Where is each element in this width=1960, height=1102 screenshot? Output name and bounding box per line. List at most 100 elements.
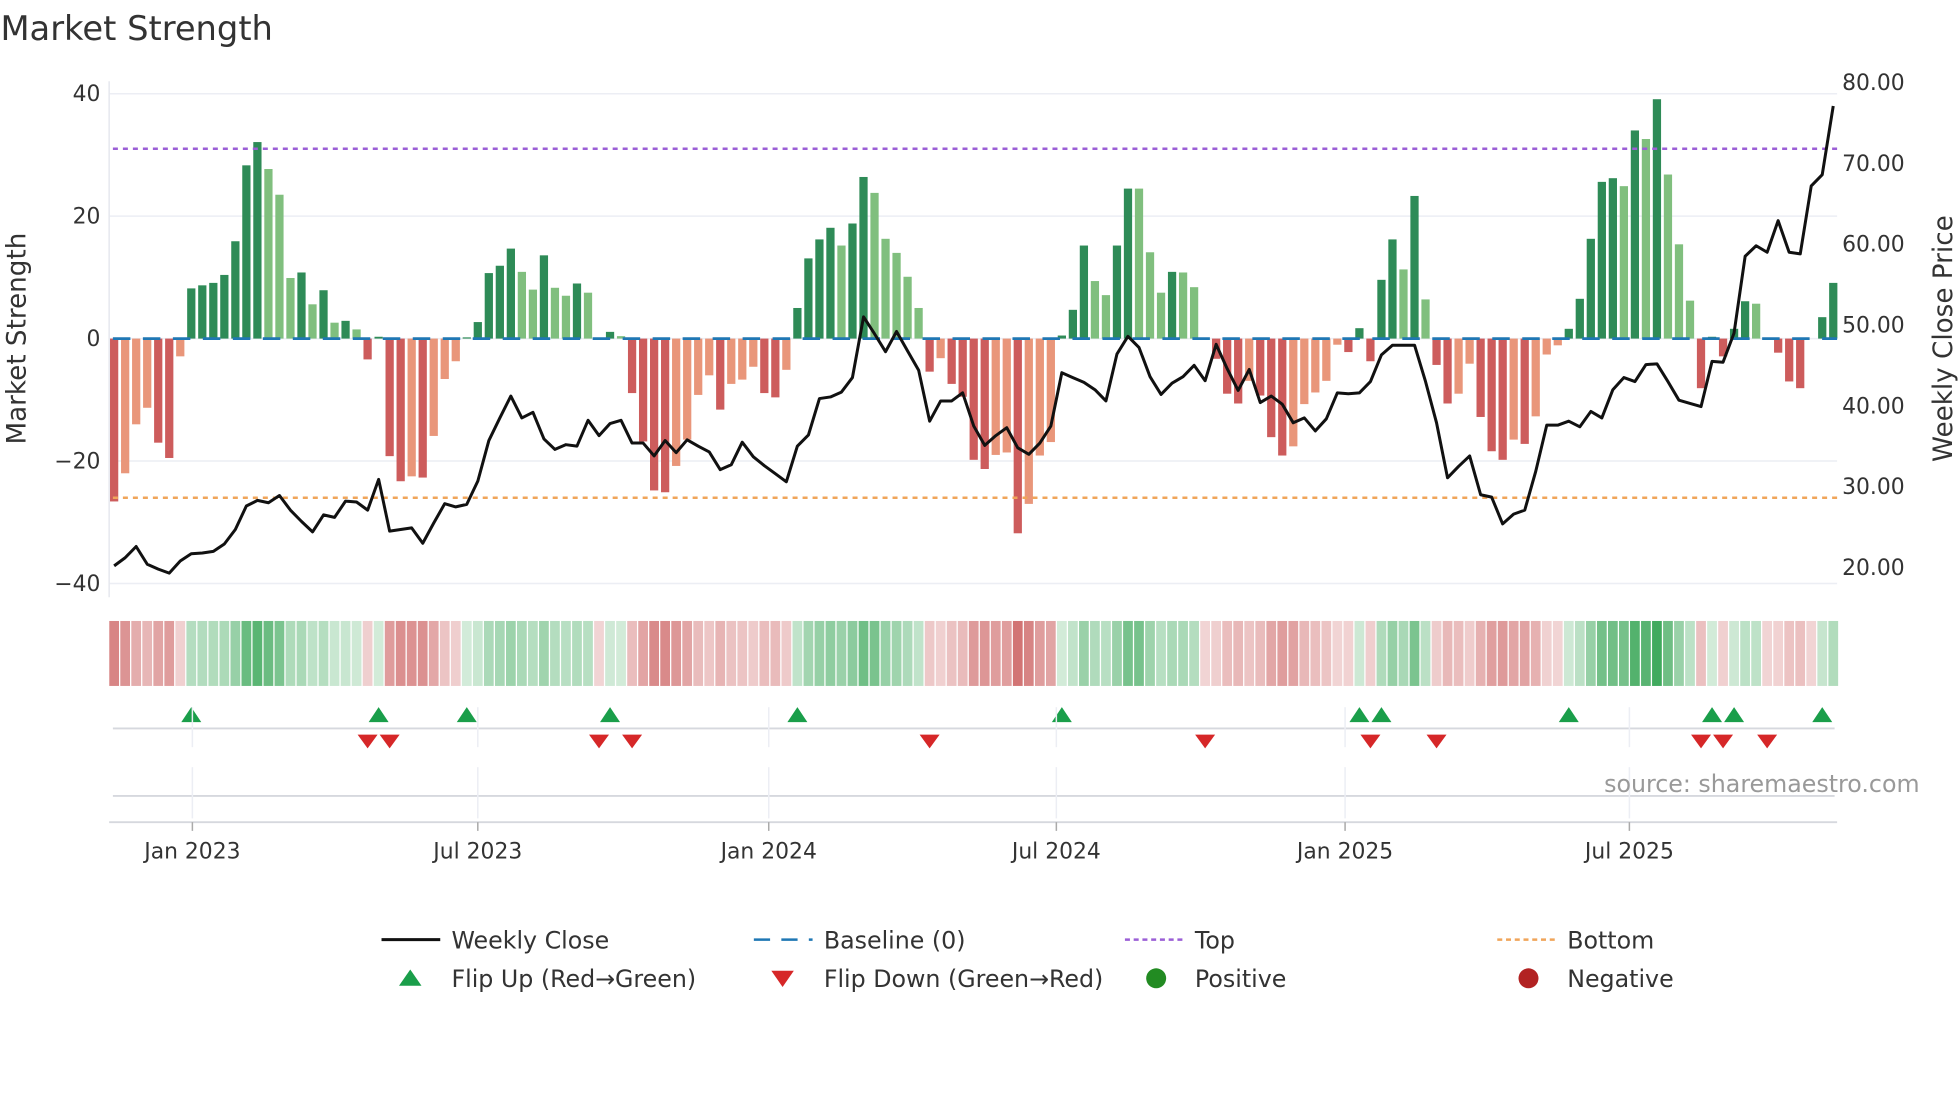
heat-cell — [1079, 620, 1089, 686]
heat-cell — [979, 620, 990, 686]
heat-cell — [1663, 620, 1673, 686]
strength-bar — [870, 192, 879, 339]
x-tick-label: Jan 2023 — [142, 839, 240, 864]
heat-cell — [649, 620, 659, 686]
strength-bar — [363, 338, 372, 360]
heat-cell — [417, 620, 428, 686]
heat-cell — [1519, 620, 1530, 686]
strength-bar — [176, 338, 185, 357]
heat-cell — [990, 620, 1001, 686]
heat-cell — [373, 620, 384, 686]
strength-bar — [1597, 181, 1606, 339]
heat-cell — [1288, 620, 1299, 686]
heat-cell — [120, 620, 131, 686]
heat-cell — [1012, 620, 1023, 686]
strength-bar — [1311, 338, 1320, 393]
heat-cell — [693, 620, 704, 686]
strength-bar — [1344, 338, 1353, 353]
heat-cell — [1034, 620, 1045, 686]
strength-bar — [583, 292, 593, 339]
strength-bar — [1542, 338, 1551, 355]
flip-up-icon — [456, 707, 477, 723]
heat-cell — [1387, 620, 1398, 686]
flip-up-icon — [600, 707, 621, 723]
strength-bar — [495, 265, 504, 339]
heat-cell — [616, 620, 626, 686]
heat-cell — [594, 620, 604, 686]
strength-bar — [1829, 282, 1838, 339]
strength-bar — [429, 338, 438, 436]
heat-cell — [847, 620, 858, 686]
strength-bar — [1256, 338, 1265, 396]
heat-cell — [109, 620, 120, 686]
heat-cell — [1068, 620, 1078, 686]
heat-cell — [572, 620, 582, 686]
strength-bar — [672, 338, 681, 466]
legend-label: Weekly Close — [451, 926, 609, 954]
strength-bar — [793, 307, 802, 339]
heat-cell — [1762, 620, 1773, 686]
strength-bar — [1079, 245, 1089, 339]
heat-cell — [1431, 620, 1442, 686]
heat-cell — [1707, 620, 1717, 686]
strength-bar — [1498, 338, 1507, 460]
heat-cell — [1530, 620, 1541, 686]
strength-bar — [1443, 338, 1452, 404]
heat-cell — [1244, 620, 1255, 686]
source-label: source: sharemaestro.com — [1604, 770, 1919, 798]
heat-cell — [1354, 620, 1365, 686]
flip-down-icon — [379, 734, 400, 749]
heat-cell — [208, 620, 219, 686]
strength-bar — [1322, 338, 1331, 381]
strength-bar — [1134, 188, 1144, 339]
strength-bar — [1465, 338, 1474, 364]
heat-cell — [1299, 620, 1310, 686]
heat-cell — [759, 620, 770, 686]
heat-cell — [671, 620, 682, 686]
heat-cell — [1233, 620, 1244, 686]
strength-bar — [738, 338, 747, 380]
strength-bar — [826, 227, 835, 339]
legend-label: Positive — [1195, 965, 1286, 993]
heat-cell — [428, 620, 439, 686]
strength-bar — [694, 338, 703, 395]
strength-bar — [418, 338, 427, 478]
flip-up-icon — [1724, 707, 1745, 723]
y2-tick-label: 30.00 — [1842, 475, 1905, 500]
heat-cell — [1619, 620, 1629, 686]
strength-bar — [154, 338, 163, 443]
heat-cell — [131, 620, 142, 686]
heat-cell — [197, 620, 208, 686]
flip-down-icon — [622, 734, 643, 749]
strength-bar — [231, 241, 240, 339]
strength-bar — [848, 223, 857, 339]
heat-cell — [1222, 620, 1233, 686]
strength-bar — [242, 165, 251, 339]
strength-bar — [716, 338, 725, 410]
strength-bar — [528, 289, 538, 339]
heat-cell — [924, 620, 935, 686]
legend-circle-icon — [1518, 968, 1539, 989]
left-axis-label: Market Strength — [2, 233, 32, 445]
heat-cell — [1189, 620, 1199, 686]
heat-cell — [1156, 620, 1166, 686]
legend-label: Flip Up (Red→Green) — [451, 965, 696, 993]
strength-bar — [308, 304, 317, 339]
heat-cell — [638, 620, 648, 686]
strength-bar — [1674, 244, 1684, 339]
heat-cell — [1442, 620, 1453, 686]
strength-bar — [683, 338, 692, 440]
strength-bar — [1366, 338, 1375, 362]
strength-bars — [110, 99, 1838, 534]
heat-cell — [715, 620, 726, 686]
strength-bar — [627, 338, 637, 394]
flip-down-icon — [589, 734, 610, 749]
flip-up-icon — [1812, 707, 1833, 723]
heat-cell — [1585, 620, 1596, 686]
heat-cell — [219, 620, 230, 686]
y-tick-label: −20 — [54, 450, 100, 475]
heat-cell — [1718, 620, 1728, 686]
strength-bar — [727, 338, 736, 384]
legend-label: Bottom — [1567, 926, 1654, 954]
legend-label: Top — [1194, 926, 1235, 954]
